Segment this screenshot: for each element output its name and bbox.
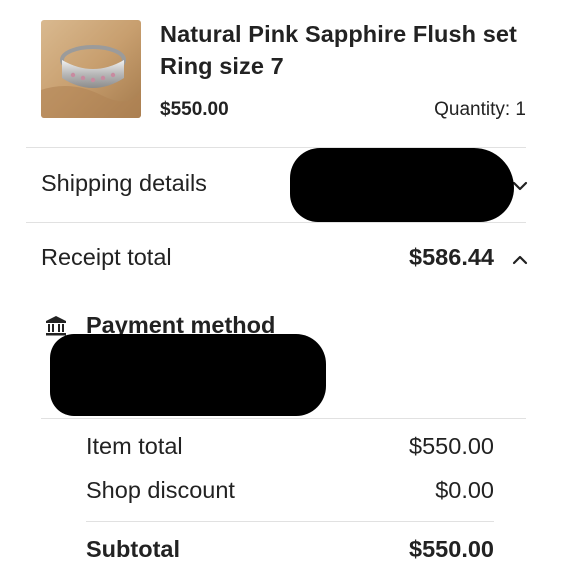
receipt-total-label[interactable]: Receipt total [41, 244, 172, 271]
bank-icon [46, 316, 66, 336]
subtotal-label: Subtotal [86, 536, 180, 562]
item-total-label: Item total [86, 433, 183, 459]
chevron-up-icon[interactable] [509, 249, 531, 271]
divider [41, 418, 526, 419]
divider [86, 521, 494, 522]
ring-photo [41, 20, 141, 118]
product-thumbnail[interactable] [41, 20, 141, 118]
receipt-panel: Natural Pink Sapphire Flush set Ring siz… [26, 0, 528, 580]
shipping-details-label[interactable]: Shipping details [41, 170, 207, 197]
product-price: $550.00 [160, 99, 229, 120]
redacted-payment-details [50, 334, 326, 416]
receipt-page: Natural Pink Sapphire Flush set Ring siz… [0, 0, 580, 580]
subtotal-value: $550.00 [409, 536, 494, 562]
shop-discount-value: $0.00 [435, 477, 494, 503]
redacted-shipping-address [290, 148, 514, 222]
product-title[interactable]: Natural Pink Sapphire Flush set Ring siz… [160, 18, 530, 82]
item-total-value: $550.00 [409, 433, 494, 459]
divider [26, 222, 526, 223]
shop-discount-label: Shop discount [86, 477, 235, 503]
product-quantity: Quantity: 1 [434, 99, 526, 120]
receipt-total-value: $586.44 [409, 244, 494, 270]
